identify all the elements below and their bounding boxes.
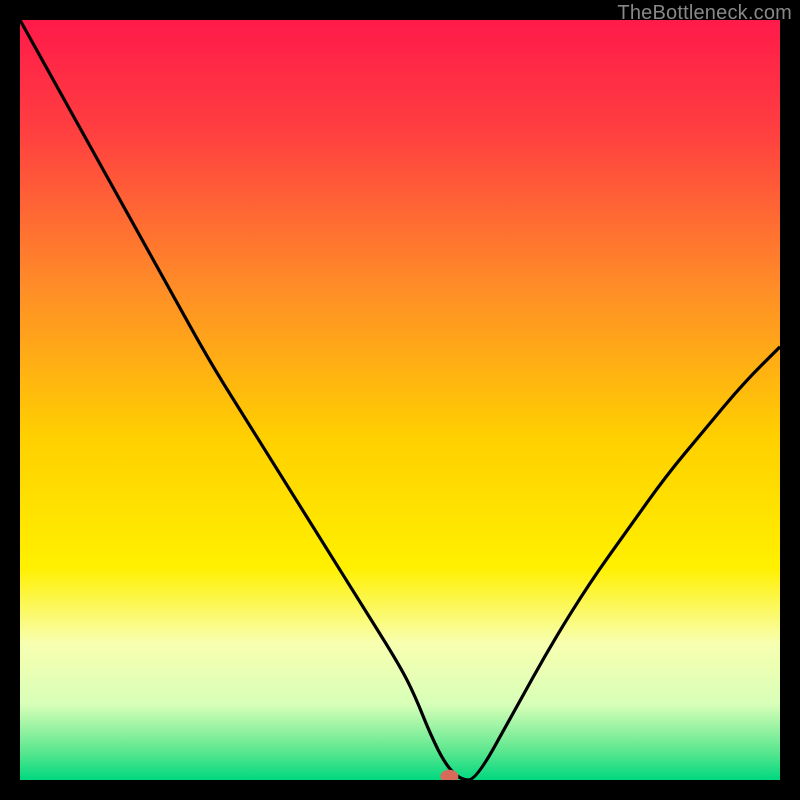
plot-area: [20, 20, 780, 780]
watermark-text: TheBottleneck.com: [617, 2, 792, 25]
chart-container: TheBottleneck.com: [0, 0, 800, 800]
chart-svg: [20, 20, 780, 780]
